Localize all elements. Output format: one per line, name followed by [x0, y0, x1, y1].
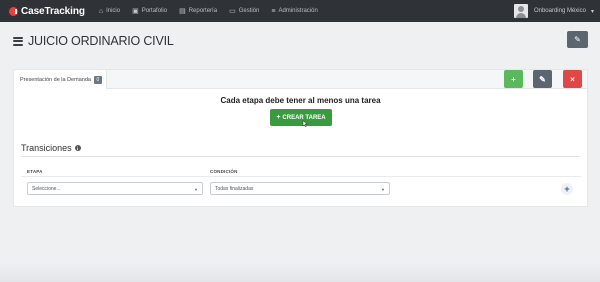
- nav-item-label: Portafolio: [141, 8, 168, 14]
- plus-icon: +: [511, 74, 516, 84]
- nav-item-label: Inicio: [106, 8, 121, 14]
- empty-stage-notice: Cada etapa debe tener al menos una tarea: [220, 96, 381, 105]
- column-header-etapa: ETAPA: [27, 169, 43, 174]
- delete-stage-button[interactable]: ×: [563, 70, 582, 88]
- chart-icon: ▤: [179, 8, 186, 15]
- nav-item-label: Administración: [278, 8, 318, 14]
- page-footer-area: [0, 262, 600, 282]
- nav-item-inicio[interactable]: ⌂ Inicio: [99, 7, 120, 15]
- chevron-down-icon: ▾: [590, 8, 594, 15]
- brand-name: CaseTracking: [21, 5, 85, 17]
- page-title-text: JUICIO ORDINARIO CIVIL: [28, 34, 174, 48]
- add-stage-button[interactable]: +: [504, 70, 523, 88]
- edit-icon: ✎: [539, 74, 546, 84]
- edit-process-button[interactable]: ✎: [567, 31, 588, 48]
- chevron-down-icon: ▼: [381, 187, 385, 192]
- create-task-button[interactable]: + CREAR TAREA: [270, 109, 332, 126]
- brand-logo-icon: [9, 6, 18, 16]
- brand-logo[interactable]: CaseTracking: [9, 6, 85, 17]
- nav-item-portafolio[interactable]: ▣ Portafolio: [132, 7, 167, 15]
- chevron-down-icon: ▼: [194, 187, 198, 192]
- nav-item-label: Reportería: [188, 8, 218, 14]
- edit-icon: ✎: [574, 35, 581, 44]
- nav-item-reporteria[interactable]: ▤ Reportería: [179, 7, 217, 15]
- nav-item-administracion[interactable]: ≡ Administración: [271, 7, 317, 15]
- nav-item-gestion[interactable]: ▭ Gestión: [229, 7, 259, 15]
- tab-presentacion-demanda[interactable]: Presentación de la Demanda 0: [14, 70, 107, 89]
- close-icon: ×: [570, 74, 575, 84]
- add-transition-button[interactable]: +: [561, 183, 573, 195]
- stage-panel: Presentación de la Demanda 0 + ✎ × Cada …: [13, 69, 588, 207]
- home-icon: ⌂: [98, 7, 104, 15]
- avatar: [513, 4, 528, 18]
- mouse-cursor-icon: [302, 120, 308, 127]
- user-menu[interactable]: Onboarding México ▾: [513, 0, 594, 22]
- tab-label: Presentación de la Demanda: [20, 76, 91, 83]
- stage-tabbar: Presentación de la Demanda 0: [14, 70, 587, 89]
- edit-stage-button[interactable]: ✎: [533, 70, 552, 88]
- divider: [21, 156, 581, 157]
- etapa-select-value: Seleccione...: [32, 185, 61, 192]
- nav-item-label: Gestión: [238, 8, 260, 14]
- transitions-title: Transiciones: [21, 143, 72, 153]
- info-icon[interactable]: i: [74, 145, 81, 151]
- plus-icon: +: [564, 184, 570, 194]
- main-nav: ⌂ Inicio ▣ Portafolio ▤ Reportería ▭ Ges…: [99, 7, 330, 16]
- etapa-select[interactable]: Seleccione... ▼: [27, 182, 203, 195]
- divider: [21, 176, 581, 177]
- page-title: JUICIO ORDINARIO CIVIL: [13, 34, 174, 48]
- tab-count-badge: 0: [93, 75, 102, 84]
- folder-icon: ▭: [229, 8, 236, 15]
- briefcase-icon: ▣: [132, 8, 139, 15]
- list-icon: ≡: [271, 7, 276, 15]
- condicion-select-value: Todas finalizadas: [215, 185, 254, 192]
- user-name: Onboarding México: [533, 8, 586, 14]
- top-navbar: CaseTracking ⌂ Inicio ▣ Portafolio ▤ Rep…: [0, 0, 600, 22]
- workflow-icon: [13, 36, 23, 46]
- condicion-select[interactable]: Todas finalizadas ▼: [210, 182, 390, 195]
- column-header-condicion: CONDICIÓN: [210, 169, 238, 174]
- transitions-heading: Transiciones i: [21, 143, 81, 153]
- plus-icon: +: [276, 114, 281, 121]
